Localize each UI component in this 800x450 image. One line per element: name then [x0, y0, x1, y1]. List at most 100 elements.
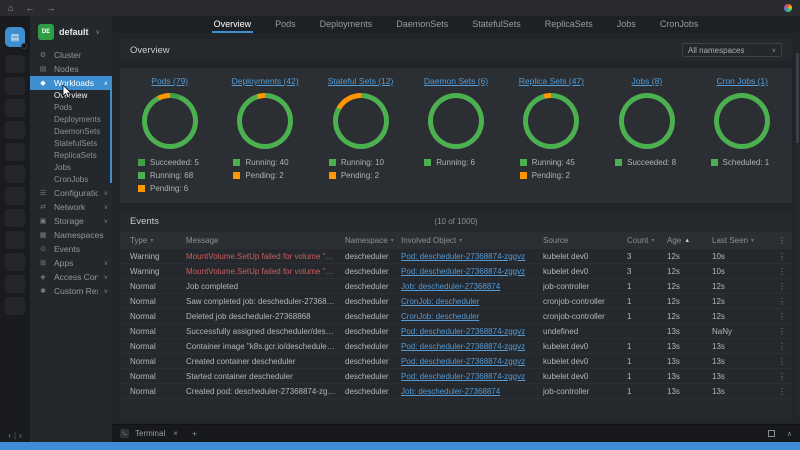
- table-row[interactable]: Warning MountVolume.SetUp failed for volu…: [120, 249, 792, 264]
- chart-title-link[interactable]: Deployments (42): [232, 76, 299, 86]
- table-row[interactable]: Normal Deleted job descheduler-27368868 de…: [120, 309, 792, 324]
- hotbar-slot[interactable]: [5, 121, 25, 139]
- hotbar-slot[interactable]: [5, 187, 25, 205]
- row-menu-icon[interactable]: ⋮: [770, 252, 786, 261]
- hotbar-slot[interactable]: [5, 209, 25, 227]
- hotbar-next-icon[interactable]: ›: [19, 431, 22, 440]
- terminal-tab[interactable]: Terminal: [135, 429, 165, 438]
- chart-title-link[interactable]: Pods (79): [151, 76, 188, 86]
- sidebar-subitem-pods[interactable]: Pods: [30, 102, 112, 114]
- maximize-dock-icon[interactable]: [767, 430, 775, 437]
- involved-object-link[interactable]: Pod: descheduler-27368874-zggvz: [401, 342, 525, 351]
- namespace-select[interactable]: All namespaces ∨: [682, 43, 782, 57]
- row-menu-icon[interactable]: ⋮: [770, 312, 786, 321]
- cluster-selector[interactable]: DE default ∨: [30, 16, 112, 48]
- involved-object-link[interactable]: Job: descheduler-27368874: [401, 282, 500, 291]
- involved-object-link[interactable]: Pod: descheduler-27368874-zggvz: [401, 252, 525, 261]
- tab-daemonsets[interactable]: DaemonSets: [394, 16, 450, 33]
- column-header-type[interactable]: Type ▾: [130, 236, 186, 245]
- chevron-down-icon: ∨: [103, 260, 108, 267]
- back-icon[interactable]: ←: [25, 0, 34, 16]
- chart-title-link[interactable]: Replica Sets (47): [519, 76, 584, 86]
- table-row[interactable]: Normal Started container descheduler desch…: [120, 369, 792, 384]
- sidebar-item-nodes[interactable]: ▤ Nodes: [30, 62, 112, 76]
- row-menu-icon[interactable]: ⋮: [770, 357, 786, 366]
- involved-object-link[interactable]: Pod: descheduler-27368874-zggvz: [401, 372, 525, 381]
- scrollbar-thumb[interactable]: [796, 53, 799, 143]
- row-menu-icon[interactable]: ⋮: [770, 342, 786, 351]
- column-header-message[interactable]: Message: [186, 236, 345, 245]
- tab-overview[interactable]: Overview: [211, 16, 254, 33]
- sidebar-item-network[interactable]: ⇄ Network ∨: [30, 200, 112, 214]
- hotbar-prev-icon[interactable]: ‹: [8, 431, 11, 440]
- tab-pods[interactable]: Pods: [273, 16, 298, 33]
- sidebar-item-apps[interactable]: ⊞ Apps ∨: [30, 256, 112, 270]
- row-menu-icon[interactable]: ⋮: [770, 297, 786, 306]
- column-header-namespace[interactable]: Namespace ▾: [345, 236, 401, 245]
- chart-title-link[interactable]: Cron Jobs (1): [716, 76, 768, 86]
- hotbar-slot[interactable]: [5, 99, 25, 117]
- chart-title-link[interactable]: Daemon Sets (6): [424, 76, 488, 86]
- hotbar-slot[interactable]: [5, 77, 25, 95]
- involved-object-link[interactable]: Job: descheduler-27368874: [401, 387, 500, 396]
- column-header-menu[interactable]: ⋮: [770, 236, 786, 245]
- row-menu-icon[interactable]: ⋮: [770, 387, 786, 396]
- hotbar-slot[interactable]: [5, 231, 25, 249]
- table-row[interactable]: Normal Created pod: descheduler-27368874-…: [120, 384, 792, 399]
- involved-object-link[interactable]: Pod: descheduler-27368874-zggvz: [401, 357, 525, 366]
- tab-jobs[interactable]: Jobs: [615, 16, 638, 33]
- tab-replicasets[interactable]: ReplicaSets: [543, 16, 595, 33]
- hotbar-slot[interactable]: [5, 297, 25, 315]
- sidebar-subitem-jobs[interactable]: Jobs: [30, 162, 112, 174]
- sidebar-item-storage[interactable]: ▣ Storage ∨: [30, 214, 112, 228]
- involved-object-link[interactable]: Pod: descheduler-27368874-zggvz: [401, 327, 525, 336]
- chart-title-link[interactable]: Stateful Sets (12): [328, 76, 394, 86]
- hotbar-slot[interactable]: [5, 253, 25, 271]
- close-terminal-icon[interactable]: ×: [173, 429, 178, 438]
- sidebar-subitem-statefulsets[interactable]: StatefulSets: [30, 138, 112, 150]
- row-menu-icon[interactable]: ⋮: [770, 372, 786, 381]
- sidebar-subitem-cronjobs[interactable]: CronJobs: [30, 174, 112, 186]
- table-row[interactable]: Normal Successfully assigned descheduler/…: [120, 324, 792, 339]
- sidebar-item-namespaces[interactable]: ▦ Namespaces: [30, 228, 112, 242]
- column-header-source[interactable]: Source: [543, 236, 627, 245]
- sidebar-item-access-control[interactable]: ◈ Access Control ∨: [30, 270, 112, 284]
- involved-object-link[interactable]: Pod: descheduler-27368874-zggvz: [401, 267, 525, 276]
- sidebar-item-configuration[interactable]: ☰ Configuration ∨: [30, 186, 112, 200]
- column-header-count[interactable]: Count ▾: [627, 236, 667, 245]
- sidebar-subitem-replicasets[interactable]: ReplicaSets: [30, 150, 112, 162]
- column-header-involved-object[interactable]: Involved Object ▾: [401, 236, 543, 245]
- sidebar-subitem-deployments[interactable]: Deployments: [30, 114, 112, 126]
- table-row[interactable]: Warning MountVolume.SetUp failed for volu…: [120, 264, 792, 279]
- column-header-last-seen[interactable]: Last Seen ▾: [712, 236, 770, 245]
- tab-cronjobs[interactable]: CronJobs: [658, 16, 701, 33]
- content-scrollbar[interactable]: [796, 53, 799, 420]
- home-icon[interactable]: ⌂: [8, 0, 13, 16]
- involved-object-link[interactable]: CronJob: descheduler: [401, 312, 479, 321]
- row-menu-icon[interactable]: ⋮: [770, 327, 786, 336]
- forward-icon[interactable]: →: [46, 0, 55, 16]
- tab-deployments[interactable]: Deployments: [318, 16, 375, 33]
- hotbar-slot[interactable]: [5, 275, 25, 293]
- chart-title-link[interactable]: Jobs (8): [631, 76, 662, 86]
- hotbar-slot[interactable]: [5, 165, 25, 183]
- sidebar-item-cluster[interactable]: ⚙ Cluster: [30, 48, 112, 62]
- active-cluster-button[interactable]: ▤: [5, 27, 27, 49]
- row-menu-icon[interactable]: ⋮: [770, 282, 786, 291]
- involved-object-link[interactable]: CronJob: descheduler: [401, 297, 479, 306]
- expand-dock-icon[interactable]: ∧: [787, 430, 792, 438]
- hotbar-slot[interactable]: [5, 55, 25, 73]
- hotbar-slot[interactable]: [5, 143, 25, 161]
- sidebar-subitem-daemonsets[interactable]: DaemonSets: [30, 126, 112, 138]
- row-menu-icon[interactable]: ⋮: [770, 267, 786, 276]
- tab-statefulsets[interactable]: StatefulSets: [470, 16, 523, 33]
- table-row[interactable]: Normal Saw completed job: descheduler-273…: [120, 294, 792, 309]
- table-row[interactable]: Normal Created container descheduler desch…: [120, 354, 792, 369]
- sidebar-item-custom-resources[interactable]: ✱ Custom Resources ∨: [30, 284, 112, 298]
- table-row[interactable]: Normal Job completed descheduler Job: desch…: [120, 279, 792, 294]
- user-menu-icon[interactable]: [784, 4, 792, 12]
- column-header-age[interactable]: Age ▲: [667, 236, 712, 245]
- sidebar-item-events[interactable]: ⊙ Events: [30, 242, 112, 256]
- table-row[interactable]: Normal Container image "k8s.gcr.io/desche…: [120, 339, 792, 354]
- new-terminal-icon[interactable]: +: [192, 429, 197, 439]
